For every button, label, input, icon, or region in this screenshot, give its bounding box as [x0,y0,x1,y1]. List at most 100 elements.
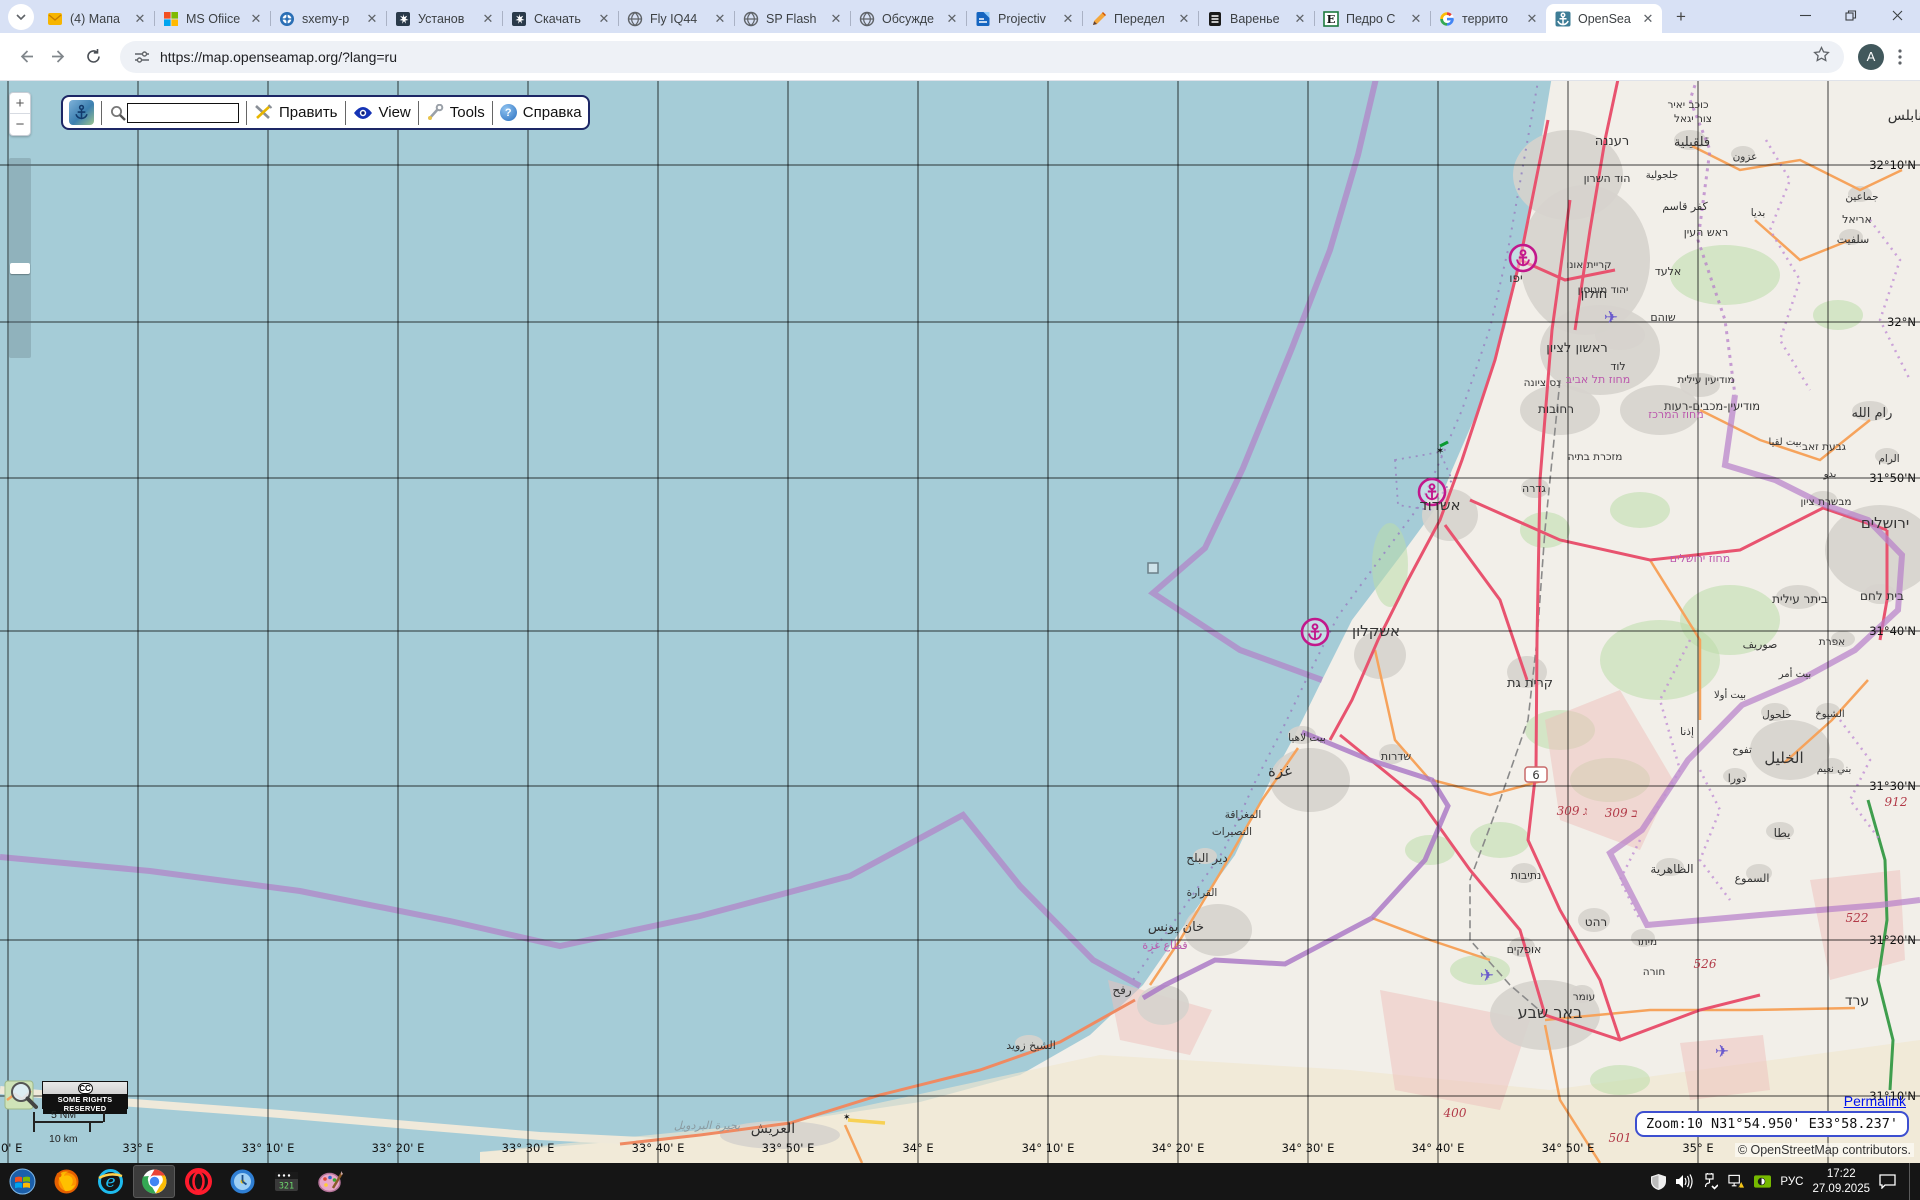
edit-menu-button[interactable]: Править [254,104,338,121]
map-place-label: قلقيلية [1674,135,1710,150]
tab-12[interactable]: EПедро С✕ [1314,4,1430,33]
system-tray: РУС 17:22 27.09.2025 [1650,1163,1920,1200]
map-place-label: العريش [751,1121,795,1137]
taskbar-start-button[interactable] [0,1163,44,1200]
openseamap-logo-icon[interactable] [69,100,94,125]
zoom-out-button[interactable]: − [10,114,30,135]
forward-button[interactable] [44,42,74,72]
tools-menu-button[interactable]: Tools [426,104,485,121]
splash-icon [511,11,527,27]
tab-9[interactable]: Projectiv✕ [966,4,1082,33]
tab-5[interactable]: Скачать✕ [502,4,618,33]
forward-icon [51,48,68,65]
tab-7[interactable]: SP Flash✕ [734,4,850,33]
tab-close-button[interactable]: ✕ [1524,11,1540,27]
tab-1[interactable]: (4) Мапа✕ [38,4,154,33]
tab-close-button[interactable]: ✕ [944,11,960,27]
harbour-anchor-icon[interactable] [1302,619,1328,645]
clock[interactable]: 17:22 27.09.2025 [1812,1167,1870,1197]
taskbar-chrome-button[interactable] [133,1165,175,1198]
tab-14[interactable]: OpenSea✕ [1546,4,1662,33]
nvidia-icon[interactable] [1754,1173,1771,1190]
map-place-label: נס ציונה [1524,377,1561,389]
map-place-label: قطاع غزة [1142,939,1187,952]
taskbar-opera-button[interactable] [176,1163,220,1200]
tab-close-button[interactable]: ✕ [364,11,380,27]
tab-13[interactable]: террито✕ [1430,4,1546,33]
tab-close-button[interactable]: ✕ [828,11,844,27]
taskbar-media-viewer-button[interactable] [220,1163,264,1200]
map-place-label: רהט [1585,915,1607,929]
map-place-label: אשדוד [1419,496,1460,514]
tab-4[interactable]: Установ✕ [386,4,502,33]
map-canvas[interactable]: ✶✶✈✈✈6309 ג309 ב400501522526912רעננההוד … [0,80,1920,1163]
bookmark-button[interactable] [1813,46,1830,68]
tab-6[interactable]: Fly IQ44✕ [618,4,734,33]
defender-icon[interactable] [1650,1173,1667,1190]
tab-2[interactable]: MS Ofiice✕ [154,4,270,33]
eye-icon [353,106,373,120]
map-place-label: קריית אונו [1566,259,1611,271]
tab-label: MS Ofiice [186,12,248,26]
view-menu-button[interactable]: View [353,104,411,121]
taskbar-internet-explorer-button[interactable]: e [88,1163,132,1200]
tab-10[interactable]: Передел✕ [1082,4,1198,33]
map-place-label: מודיעין-מכבים-רעות [1664,399,1760,413]
tab-close-button[interactable]: ✕ [1176,11,1192,27]
taskbar-firefox-button[interactable] [44,1163,88,1200]
search-input[interactable] [127,103,239,123]
map-viewport[interactable]: ✶✶✈✈✈6309 ג309 ב400501522526912רעננההוד … [0,80,1920,1163]
action-center-icon[interactable] [1879,1173,1896,1190]
longitude-label: 33° 40' E [632,1141,685,1155]
volume-icon[interactable] [1676,1173,1693,1190]
map-layer-logo-icon[interactable] [4,1078,38,1112]
zoom-slider[interactable] [9,158,31,358]
kebab-menu-icon [1898,49,1902,65]
tab-close-button[interactable]: ✕ [596,11,612,27]
tab-close-button[interactable]: ✕ [1640,11,1656,27]
route-number: 501 [1609,1131,1632,1145]
tab-close-button[interactable]: ✕ [1060,11,1076,27]
cc-license-badge[interactable]: CC SOME RIGHTS RESERVED [42,1081,128,1109]
network-warning-icon[interactable] [1728,1173,1745,1190]
help-menu-button[interactable]: ? Справка [500,104,582,121]
tab-8[interactable]: Обсужде✕ [850,4,966,33]
map-place-label: באר שבע [1518,1003,1583,1022]
zoom-slider-handle[interactable] [10,263,30,274]
zoom-in-button[interactable]: + [10,93,30,114]
tab-search-button[interactable] [8,4,34,30]
longitude-label: 34° 40' E [1412,1141,1465,1155]
map-place-label: אלעד [1655,265,1682,278]
taskbar-paint-button[interactable] [308,1163,352,1200]
permalink-link[interactable]: Permalink [1844,1093,1906,1109]
show-desktop-button[interactable] [1909,1163,1916,1200]
profile-avatar[interactable]: A [1858,44,1884,70]
back-button[interactable] [10,42,40,72]
longitude-label: 33° 10' E [242,1141,295,1155]
tab-close-button[interactable]: ✕ [712,11,728,27]
latitude-label: 31°20'N [1869,933,1916,947]
tab-label: Обсужде [882,12,944,26]
maximize-button[interactable] [1828,0,1874,30]
tab-close-button[interactable]: ✕ [480,11,496,27]
harbour-anchor-icon[interactable] [1510,245,1536,271]
internet-explorer-icon: e [97,1168,124,1195]
browser-menu-button[interactable] [1890,49,1910,65]
sea-mark[interactable] [1148,563,1158,573]
taskbar-media-player-classic-button[interactable]: 321 [264,1163,308,1200]
tab-3[interactable]: sxemy-p✕ [270,4,386,33]
map-place-label: الظاهرية [1650,862,1693,877]
close-window-button[interactable] [1874,0,1920,30]
tab-close-button[interactable]: ✕ [1408,11,1424,27]
toolbar-separator [246,101,247,125]
reload-button[interactable] [78,42,108,72]
tab-close-button[interactable]: ✕ [1292,11,1308,27]
usb-icon[interactable] [1702,1173,1719,1190]
address-bar[interactable]: https://map.openseamap.org/?lang=ru [120,41,1844,73]
language-indicator[interactable]: РУС [1780,1176,1803,1188]
minimize-button[interactable] [1782,0,1828,30]
tab-close-button[interactable]: ✕ [132,11,148,27]
new-tab-button[interactable]: + [1668,4,1694,30]
tab-close-button[interactable]: ✕ [248,11,264,27]
tab-11[interactable]: Варенье✕ [1198,4,1314,33]
